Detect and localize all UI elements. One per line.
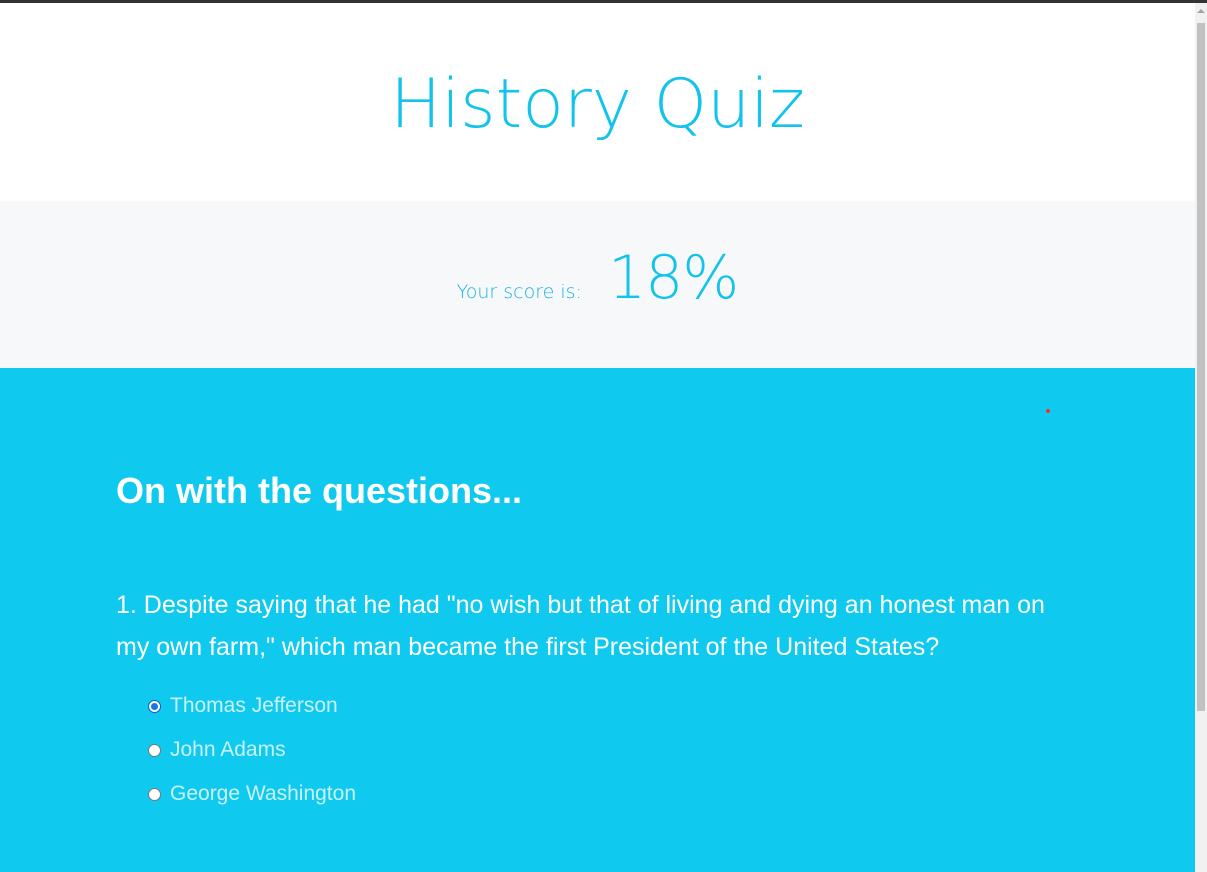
answer-option[interactable]: John Adams: [148, 728, 356, 772]
answer-label[interactable]: Thomas Jefferson: [170, 694, 338, 718]
answer-option[interactable]: George Washington: [148, 772, 356, 816]
score-value: 18%: [607, 243, 739, 313]
red-dot-marker: [1046, 409, 1050, 413]
answer-options: Thomas Jefferson John Adams George Washi…: [148, 684, 356, 816]
questions-section: On with the questions... 1. Despite sayi…: [0, 368, 1195, 872]
page-title: History Quiz: [390, 65, 805, 144]
radio-button-john-adams[interactable]: [148, 743, 161, 757]
vertical-scrollbar[interactable]: [1195, 3, 1207, 872]
score-panel: Your score is: 18%: [0, 201, 1195, 368]
section-heading: On with the questions...: [116, 470, 523, 511]
scroll-up-arrow-icon[interactable]: [1197, 9, 1205, 13]
answer-label[interactable]: John Adams: [170, 738, 286, 762]
question-text: 1. Despite saying that he had "no wish b…: [116, 591, 1045, 661]
page-header: History Quiz: [0, 3, 1195, 201]
quiz-page: History Quiz Your score is: 18% On with …: [0, 3, 1195, 872]
radio-button-thomas-jefferson[interactable]: [148, 699, 161, 713]
answer-label[interactable]: George Washington: [170, 782, 356, 806]
radio-button-george-washington[interactable]: [148, 787, 161, 801]
scrollbar-thumb[interactable]: [1197, 23, 1205, 711]
score-label: Your score is:: [456, 281, 582, 303]
score-row: Your score is: 18%: [0, 243, 1195, 313]
answer-option[interactable]: Thomas Jefferson: [148, 684, 356, 728]
